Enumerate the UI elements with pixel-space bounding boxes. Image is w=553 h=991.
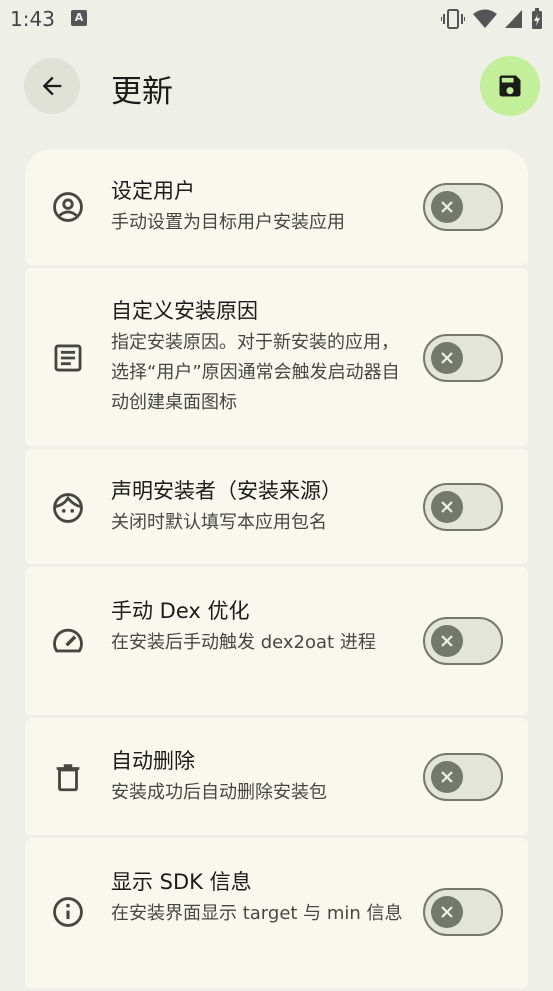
close-icon bbox=[431, 342, 463, 374]
close-icon bbox=[431, 191, 463, 223]
setting-item-sdk-info[interactable]: 显示 SDK 信息 在安装界面显示 target 与 min 信息 bbox=[25, 838, 528, 988]
toggle-switch[interactable] bbox=[423, 483, 503, 531]
setting-item-install-reason[interactable]: 自定义安装原因 指定安装原因。对于新安装的应用，选择“用户”原因通常会触发启动器… bbox=[25, 268, 528, 446]
arrow-back-icon bbox=[42, 76, 62, 96]
close-icon bbox=[431, 491, 463, 523]
back-button[interactable] bbox=[24, 58, 80, 114]
toggle-switch[interactable] bbox=[423, 753, 503, 801]
setting-item-user[interactable]: 设定用户 手动设置为目标用户安装应用 bbox=[25, 149, 528, 265]
setting-title: 自动删除 bbox=[111, 749, 195, 773]
close-icon bbox=[431, 761, 463, 793]
settings-list: 设定用户 手动设置为目标用户安装应用 自定义安装原因 指定安装原因。对于新安装的… bbox=[25, 149, 528, 991]
setting-title: 手动 Dex 优化 bbox=[111, 599, 250, 623]
setting-item-auto-delete[interactable]: 自动删除 安装成功后自动删除安装包 bbox=[25, 718, 528, 835]
toggle-switch[interactable] bbox=[423, 617, 503, 665]
status-icons bbox=[441, 8, 543, 30]
toggle-switch[interactable] bbox=[423, 334, 503, 382]
setting-description: 安装成功后自动删除安装包 bbox=[111, 782, 327, 803]
notification-icon: A bbox=[71, 10, 87, 26]
face-icon bbox=[51, 491, 85, 525]
app-bar: 更新 bbox=[0, 56, 553, 116]
save-icon bbox=[499, 75, 521, 97]
setting-description: 在安装界面显示 target 与 min 信息 bbox=[111, 903, 403, 924]
status-time: 1:43 bbox=[10, 7, 55, 31]
setting-description: 指定安装原因。对于新安装的应用，选择“用户”原因通常会触发启动器自动创建桌面图标 bbox=[111, 332, 400, 413]
wifi-icon bbox=[473, 9, 497, 28]
setting-title: 声明安装者（安装来源） bbox=[111, 479, 342, 503]
toggle-switch[interactable] bbox=[423, 183, 503, 231]
account-circle-icon bbox=[51, 190, 85, 224]
setting-item-installer[interactable]: 声明安装者（安装来源） 关闭时默认填写本应用包名 bbox=[25, 449, 528, 564]
setting-description: 手动设置为目标用户安装应用 bbox=[111, 212, 345, 233]
signal-icon bbox=[505, 10, 522, 28]
vibrate-icon bbox=[441, 9, 465, 29]
article-icon bbox=[51, 341, 85, 375]
setting-description: 在安装后手动触发 dex2oat 进程 bbox=[111, 632, 376, 653]
speed-icon bbox=[51, 624, 85, 658]
setting-description: 关闭时默认填写本应用包名 bbox=[111, 512, 327, 533]
close-icon bbox=[431, 625, 463, 657]
setting-title: 设定用户 bbox=[111, 179, 195, 203]
save-button[interactable] bbox=[480, 56, 540, 116]
setting-item-dex-optimize[interactable]: 手动 Dex 优化 在安装后手动触发 dex2oat 进程 bbox=[25, 567, 528, 715]
status-bar: 1:43 A bbox=[0, 0, 553, 38]
toggle-switch[interactable] bbox=[423, 888, 503, 936]
info-icon bbox=[51, 895, 85, 929]
battery-icon bbox=[532, 8, 542, 29]
setting-title: 自定义安装原因 bbox=[111, 299, 258, 323]
delete-icon bbox=[51, 760, 85, 794]
setting-title: 显示 SDK 信息 bbox=[111, 870, 252, 894]
close-icon bbox=[431, 896, 463, 928]
page-title: 更新 bbox=[111, 74, 173, 110]
